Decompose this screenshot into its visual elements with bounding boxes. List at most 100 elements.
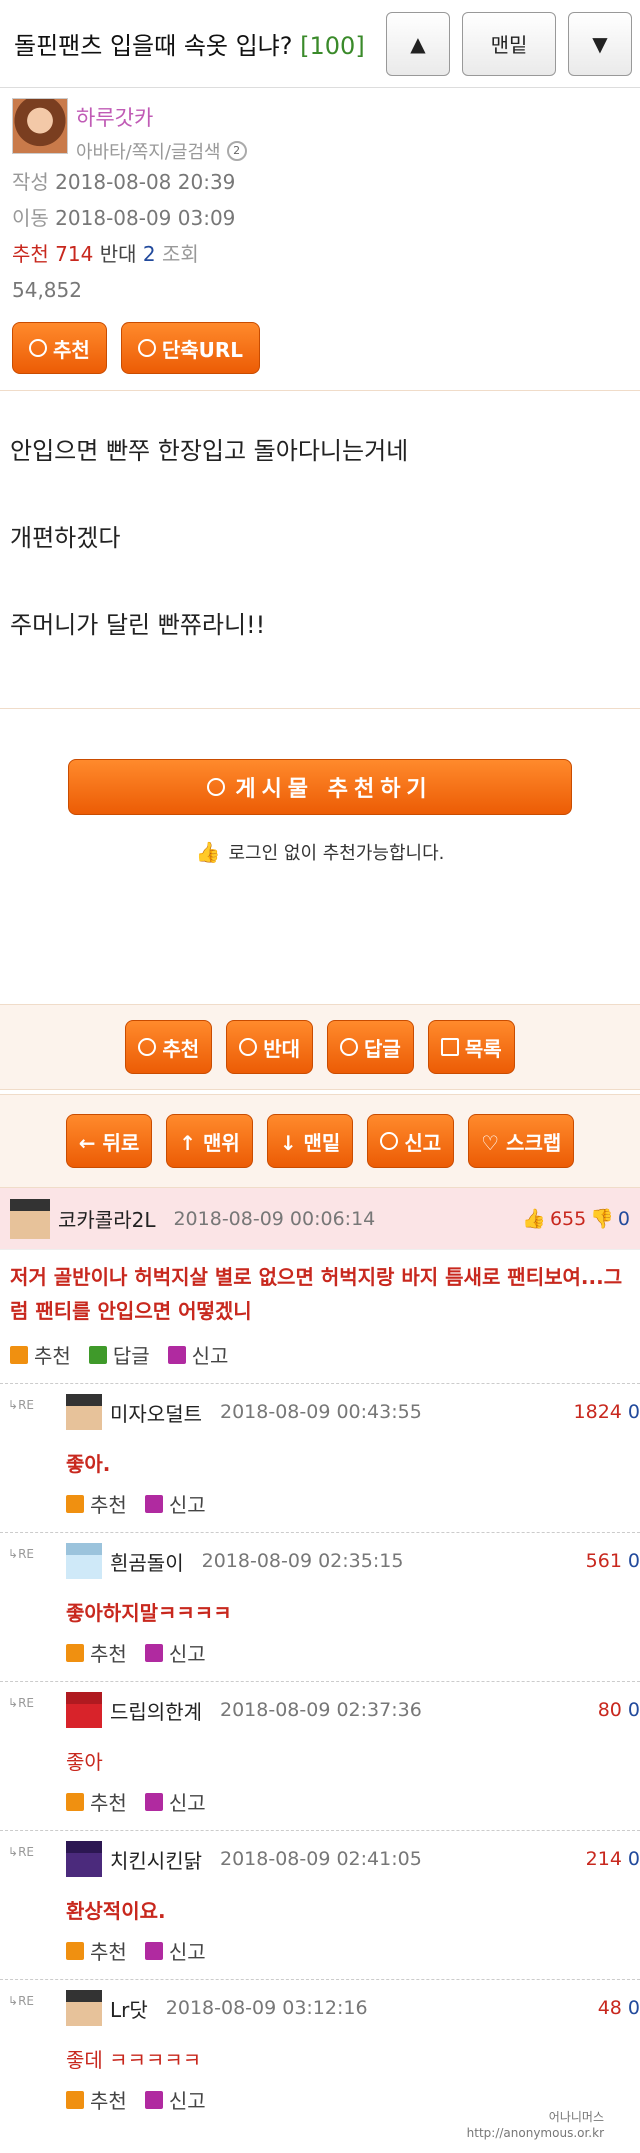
moved-label: 이동 bbox=[12, 206, 49, 230]
plus-icon bbox=[66, 2090, 84, 2109]
reply-author[interactable]: 치킨시킨닭 bbox=[110, 1845, 202, 1874]
reply-arrow-icon: ↳RE bbox=[8, 1696, 34, 1710]
post-content: 안입으면 빤쭈 한장입고 돌아다니는거네 개편하겠다 주머니가 달린 빤쮸라니!… bbox=[0, 390, 640, 708]
reply-recommend-button[interactable]: 추천 bbox=[66, 2085, 127, 2114]
to-top-button[interactable]: ↑ 맨위 bbox=[166, 1114, 253, 1168]
plus-icon bbox=[66, 1643, 84, 1662]
reply-report-button[interactable]: 신고 bbox=[144, 1936, 206, 1965]
scroll-down-button[interactable]: ▼ bbox=[568, 11, 632, 76]
reply-text: 환상적이요. bbox=[66, 1899, 166, 1923]
link-icon bbox=[137, 339, 156, 357]
author-avatar[interactable] bbox=[12, 98, 68, 154]
commenter-name[interactable]: 코카콜라2L bbox=[58, 1204, 155, 1233]
reply-report-label: 신고 bbox=[168, 1940, 206, 1964]
down-arrow-icon: ▼ bbox=[592, 31, 608, 56]
reply-avatar[interactable] bbox=[66, 1692, 102, 1728]
post-recommend-button[interactable]: 게시물 추천하기 bbox=[68, 759, 572, 815]
content-line: 개편하겠다 bbox=[10, 524, 121, 552]
content-line: 주머니가 달린 빤쮸라니!! bbox=[10, 611, 266, 639]
reply-header: Lr닷 2018-08-09 03:12:16 48 0 bbox=[66, 1980, 640, 2036]
reply-text: 좋아 bbox=[66, 1750, 103, 1774]
report-button[interactable]: 신고 bbox=[367, 1114, 455, 1168]
thumbs-up-icon: 👍 bbox=[195, 840, 221, 864]
report-label: 신고 bbox=[404, 1130, 442, 1155]
reply-text: 좋아. bbox=[66, 1452, 111, 1476]
comment-report-button[interactable]: 신고 bbox=[167, 1340, 228, 1369]
reply-report-button[interactable]: 신고 bbox=[144, 1489, 206, 1518]
siren-icon bbox=[167, 1345, 186, 1364]
comment-reply-button[interactable]: 답글 bbox=[88, 1340, 150, 1369]
comment-recommend-label: 추천 bbox=[34, 1344, 71, 1368]
reply-author[interactable]: 미자오덜트 bbox=[110, 1398, 202, 1427]
reply-author[interactable]: Lr닷 bbox=[110, 1994, 148, 2023]
post-meta: 작성 2018-08-08 20:39 이동 2018-08-09 03:09 … bbox=[12, 164, 630, 308]
reply-arrow-icon: ↳RE bbox=[8, 1547, 34, 1561]
list-icon bbox=[440, 1038, 459, 1056]
post-recommend-label: 게시물 추천하기 bbox=[235, 777, 433, 802]
reply-arrow-icon: ↳RE bbox=[8, 1845, 34, 1859]
reply-header: 미자오덜트 2018-08-09 00:43:55 1824 0 bbox=[66, 1384, 640, 1440]
re-label: RE bbox=[18, 1696, 34, 1710]
created-label: 작성 bbox=[12, 170, 49, 194]
reply-date: 2018-08-09 02:35:15 bbox=[201, 1550, 404, 1572]
reply-votes: 561 0 bbox=[586, 1550, 640, 1572]
reply-recommend-button[interactable]: 추천 bbox=[66, 1787, 127, 1816]
reply-avatar[interactable] bbox=[66, 1841, 102, 1877]
reply-recommend-button[interactable]: 추천 bbox=[66, 1638, 127, 1667]
reply-item: ↳RE Lr닷 2018-08-09 03:12:16 48 0 좋데 ㅋㅋㅋㅋㅋ 추천 신고 bbox=[0, 1979, 640, 2128]
re-label: RE bbox=[18, 1547, 34, 1561]
comment-votes: 👍 655 👎 0 bbox=[522, 1207, 630, 1231]
bar-reply-button[interactable]: 답글 bbox=[327, 1020, 414, 1074]
comment-actions: 추천 답글 신고 bbox=[0, 1328, 640, 1383]
author-section: 하루갓카 아바타/쪽지/글검색 2 작성 2018-08-08 20:39 이동… bbox=[0, 88, 640, 374]
bar-oppose-button[interactable]: 반대 bbox=[226, 1020, 313, 1074]
reply-item: ↳RE 미자오덜트 2018-08-09 00:43:55 1824 0 좋아. 추천 신고 bbox=[0, 1383, 640, 1532]
comment-recommend-button[interactable]: 추천 bbox=[10, 1340, 71, 1369]
reply-avatar[interactable] bbox=[66, 1990, 102, 2026]
thumbs-up-icon[interactable]: 👍 bbox=[522, 1207, 546, 1230]
reply-down-count: 0 bbox=[627, 1401, 640, 1423]
go-bottom-label: 맨밑 bbox=[490, 33, 528, 57]
reply-report-button[interactable]: 신고 bbox=[144, 2085, 206, 2114]
reply-recommend-label: 추천 bbox=[90, 1642, 127, 1666]
reply-recommend-button[interactable]: 추천 bbox=[66, 1936, 127, 1965]
author-links[interactable]: 아바타/쪽지/글검색 2 bbox=[76, 138, 247, 164]
author-nickname[interactable]: 하루갓카 bbox=[76, 102, 247, 132]
reply-avatar[interactable] bbox=[66, 1394, 102, 1430]
short-url-button[interactable]: 단축URL bbox=[120, 322, 260, 374]
bar-list-button[interactable]: 목록 bbox=[427, 1020, 515, 1074]
reply-avatar[interactable] bbox=[66, 1543, 102, 1579]
scrap-label: ♡ 스크랩 bbox=[481, 1130, 562, 1155]
reply-report-button[interactable]: 신고 bbox=[144, 1638, 206, 1667]
to-bottom-label: ↓ 맨밑 bbox=[279, 1130, 341, 1155]
recommend-note: 👍 로그인 없이 추천가능합니다. bbox=[0, 839, 640, 865]
thumbs-down-icon[interactable]: 👎 bbox=[590, 1207, 614, 1230]
reply-actions: 추천 신고 bbox=[66, 1477, 640, 1532]
top-bar: 돌핀팬츠 입을때 속옷 입냐? [100] ▲ 맨밑 ▼ bbox=[0, 0, 640, 88]
reply-recommend-label: 추천 bbox=[90, 1493, 127, 1517]
re-label: RE bbox=[18, 1994, 34, 2008]
scrap-button[interactable]: ♡ 스크랩 bbox=[468, 1114, 575, 1168]
plus-icon bbox=[10, 1345, 28, 1364]
reply-text: 좋아하지말ㅋㅋㅋㅋ bbox=[66, 1601, 232, 1625]
reply-item: ↳RE 흰곰돌이 2018-08-09 02:35:15 561 0 좋아하지말ㅋㅋㅋㅋ 추… bbox=[0, 1532, 640, 1681]
reply-report-button[interactable]: 신고 bbox=[144, 1787, 206, 1816]
action-bar: 추천 반대 답글 목록 bbox=[0, 1004, 640, 1090]
reply-down-count: 0 bbox=[627, 1550, 640, 1572]
reply-author[interactable]: 드립의한계 bbox=[110, 1696, 202, 1725]
to-bottom-button[interactable]: ↓ 맨밑 bbox=[266, 1114, 354, 1168]
reply-recommend-button[interactable]: 추천 bbox=[66, 1489, 127, 1518]
commenter-avatar[interactable] bbox=[10, 1198, 50, 1239]
siren-icon bbox=[144, 1494, 163, 1513]
back-button[interactable]: ← 뒤로 bbox=[65, 1114, 153, 1168]
reply-author[interactable]: 흰곰돌이 bbox=[110, 1547, 184, 1576]
bar-recommend-button[interactable]: 추천 bbox=[125, 1020, 213, 1074]
reply-header: 드립의한계 2018-08-09 02:37:36 80 0 bbox=[66, 1682, 640, 1738]
recommend-button[interactable]: 추천 bbox=[12, 322, 107, 374]
go-bottom-button[interactable]: 맨밑 bbox=[462, 11, 556, 76]
watermark-name: 어나니머스 bbox=[548, 2110, 604, 2124]
author-links-text[interactable]: 아바타/쪽지/글검색 bbox=[76, 138, 221, 164]
comment-count: [100] bbox=[300, 32, 365, 60]
siren-icon bbox=[144, 1792, 163, 1811]
scroll-up-button[interactable]: ▲ bbox=[386, 11, 450, 76]
